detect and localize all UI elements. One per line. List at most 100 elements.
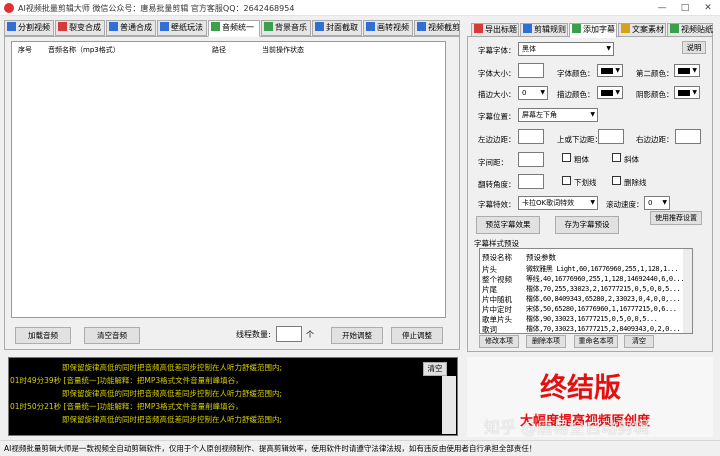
position-select[interactable]: 屏幕左下角 ▼ [518,108,598,122]
log-line: 01时49分39秒 [音量统一]功能解释：把MP3格式文件音量削峰填谷， [10,376,243,385]
play-icon [109,22,118,31]
spacing-input[interactable] [518,152,544,167]
log-scrollbar[interactable] [442,376,456,434]
rotate-input[interactable] [518,174,544,189]
effect-select[interactable]: 卡拉OK歌词特效 ▼ [518,196,598,210]
split-icon [7,22,16,31]
preset-row-name[interactable]: 歌词 [482,324,497,333]
preset-row-param[interactable]: 楷体,70,255,33023,2,16777215,0,5,0,0,5... [526,284,681,294]
bold-checkbox[interactable] [562,153,571,162]
rename-preset-button[interactable]: 重命名本项 [574,335,618,348]
border-size-label: 描边大小： [478,90,516,99]
watermark: 知乎 @唐易全自动剪辑 [484,418,650,437]
color-swatch [601,68,613,74]
image-icon [366,22,375,31]
preset-row-param[interactable]: 楷体,60,8409343,65280,2,33023,0,4,0,0,... [526,294,681,304]
tab-cover-capture[interactable]: 封面截取 [312,20,362,36]
font-color-label: 字体颜色： [557,69,595,78]
color-swatch [678,68,690,74]
tab-copy-material[interactable]: 文案素材 [618,23,666,37]
use-recommended-button[interactable]: 使用推荐设置 [650,211,702,225]
border-color-select[interactable]: ▼ [597,86,623,99]
tab-video-clip[interactable]: 视频截剪 [414,20,460,36]
chevron-down-icon: ▼ [540,89,545,96]
tab-image-to-video[interactable]: 画转视频 [363,20,413,36]
preset-row-param[interactable]: 宋体,50,65280,16776960,1,16777215,0,6... [526,304,677,314]
subtitle-icon [572,24,581,33]
preset-row-param[interactable]: 楷体,90,33023,16777215,0,5,0,0,5... [526,314,658,324]
stop-adjust-button[interactable]: 停止调整 [391,327,443,344]
border-color-label: 描边颜色： [557,90,595,99]
minimize-button[interactable]: — [652,1,672,15]
preset-col-name: 预设名称 [482,253,512,262]
save-preset-button[interactable]: 存为字幕预设 [555,216,619,234]
scroll-speed-select[interactable]: 0 ▼ [644,196,670,210]
strike-checkbox[interactable] [612,176,621,185]
log-line: 即保留旋律高低的同时把音频高低差同步控制在人听力舒缓范围内; [62,363,283,372]
lr-margin-input[interactable] [518,129,544,144]
tab-add-subtitle[interactable]: 添加字幕 [569,23,617,38]
chevron-down-icon: ▼ [606,45,611,52]
shadow-color-select[interactable]: ▼ [674,86,700,99]
preset-row-param[interactable]: 楷体,70,33023,16777215,2,8409343,0,2,0... [526,324,680,333]
tab-fission-merge[interactable]: 裂变合成 [55,20,105,36]
rotate-label: 翻转角度： [478,180,516,189]
chevron-down-icon: ▼ [590,111,595,118]
spacing-label: 字间距： [478,158,508,167]
strike-label: 删除线 [624,178,647,187]
column-header-index[interactable]: 序号 [18,45,32,55]
log-line: 01时50分21秒 [音量统一]功能解释：把MP3格式文件音量削峰填谷， [10,402,243,411]
tb-margin-input[interactable] [598,129,624,144]
column-header-name[interactable]: 音频名称（mp3格式） [48,45,120,55]
tab-normal-merge[interactable]: 普通合成 [106,20,156,36]
tab-export-title[interactable]: 导出标题 [471,23,519,37]
effect-label: 字幕特效： [478,200,516,209]
thread-count-input[interactable] [276,326,302,342]
window-title: AI视频批量剪辑大师 微信公众号：唐易批量剪辑 官方客服QQ：264246895… [18,4,295,13]
help-button[interactable]: 说明 [682,41,706,54]
add-audio-button[interactable]: 加载音频 [15,327,71,344]
column-header-path[interactable]: 路径 [212,45,226,55]
preset-scrollbar[interactable] [683,249,692,333]
right-margin-label: 右边边距： [636,135,674,144]
clip-icon [417,22,426,31]
lr-margin-label: 左边边距： [478,135,516,144]
font-size-label: 字体大小： [478,69,516,78]
second-color-select[interactable]: ▼ [674,64,700,77]
audio-file-table[interactable] [11,41,446,318]
tab-wallpaper[interactable]: 壁纸玩法 [157,20,207,36]
font-size-input[interactable] [518,63,544,78]
underline-checkbox[interactable] [562,176,571,185]
tab-audio-unify[interactable]: 音频统一 [208,20,260,37]
right-margin-input[interactable] [675,129,701,144]
clear-presets-button[interactable]: 清空 [624,335,654,348]
preset-row-param[interactable]: 微软雅黑 Light,60,16776960,255,1,128,1... [526,264,679,274]
app-logo-icon [4,3,14,13]
column-header-status[interactable]: 当前操作状态 [262,45,304,55]
tab-split-video[interactable]: 分割视频 [4,20,54,36]
delete-preset-button[interactable]: 删除本项 [526,335,566,348]
thread-count-label: 线程数量: [236,330,271,339]
music-icon [264,22,273,31]
clear-log-button[interactable]: 清空 [423,362,447,376]
second-color-label: 第二颜色： [636,69,674,78]
font-color-select[interactable]: ▼ [597,64,623,77]
preview-subtitle-button[interactable]: 预览字幕效果 [476,216,540,234]
thread-unit-label: 个 [306,330,314,339]
edit-preset-button[interactable]: 修改本项 [479,335,519,348]
maximize-button[interactable]: □ [675,1,695,15]
close-button[interactable]: ✕ [698,1,718,15]
color-swatch [601,90,613,96]
color-swatch [678,90,690,96]
italic-checkbox[interactable] [612,153,621,162]
preset-row-param[interactable]: 等线,40,16776960,255,1,128,14692440,6,0... [526,274,685,284]
preset-col-param: 预设参数 [526,253,556,262]
tab-edit-rules[interactable]: 剪辑规则 [520,23,568,37]
font-select[interactable]: 黑体 ▼ [518,42,614,56]
tb-margin-label: 上或下边距： [557,135,602,144]
tab-video-sticker[interactable]: 视频贴纸 [667,23,713,37]
start-adjust-button[interactable]: 开始调整 [331,327,383,344]
border-size-select[interactable]: 0 ▼ [518,86,548,100]
clear-audio-button[interactable]: 清空音频 [84,327,140,344]
tab-bg-music[interactable]: 背景音乐 [261,20,311,36]
